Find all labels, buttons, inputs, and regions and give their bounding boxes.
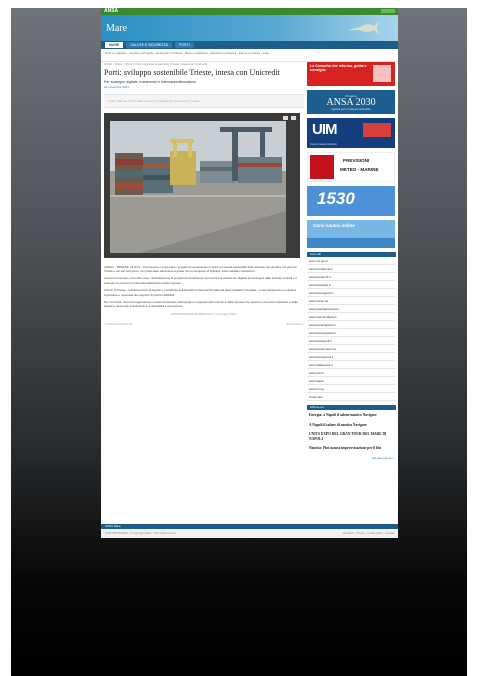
footer-copyright: P.IVA 00876481003 - © Copyright ANSA - T… <box>105 532 176 535</box>
ship-icon <box>363 123 391 137</box>
link-item[interactable]: www.anci.it <box>307 369 396 377</box>
banner-1530-number: 1530 <box>317 189 355 208</box>
menu-item-porti[interactable]: PORTI <box>175 42 194 48</box>
article-paragraph: (ANSA) - TRIESTE, 24 NOV - Promuovere e … <box>104 264 297 273</box>
link-item[interactable]: www.fedepiloti.it <box>307 281 396 289</box>
link-item[interactable]: www.lega.it <box>307 377 396 385</box>
previous-article-link[interactable]: < Articolo precedente <box>104 322 132 326</box>
link-item[interactable]: www.federagenti.it <box>307 289 396 297</box>
link-item[interactable]: www.mit.gov.it <box>307 257 396 265</box>
next-article-link[interactable]: Successivo > <box>286 322 304 326</box>
news-list: Energia: a Napoli il salone nautico Navi… <box>307 413 396 451</box>
banner-meteo-marine[interactable]: PREVISIONI METEO - MARINE <box>307 152 395 182</box>
copyright-caption: RIPRODUZIONE RISERVATA © Copyright ANSA <box>171 312 237 317</box>
article-paragraph: Il Porto di Trieste - sottolinea Zeno D'… <box>104 288 296 297</box>
banner-ansa-2030-title: ANSA 2030 <box>326 97 376 108</box>
link-item[interactable]: www.assarmatori.eu <box>307 345 396 353</box>
banner-corsi-text: Corsi nautici online <box>313 223 355 228</box>
article-title: Porti: sviluppo sostenibile Trieste, int… <box>104 68 280 77</box>
section-title[interactable]: Mare <box>106 23 127 34</box>
banner-consulta[interactable]: La Consulta che informa, guida e consigl… <box>307 62 395 86</box>
share-toolbar[interactable]: Invia | Stampa | Scrivi alla redazione |… <box>104 93 304 108</box>
link-item[interactable]: www.ucina.net <box>307 297 396 305</box>
news-item[interactable]: Nautica: Pini manca improvvisazione per … <box>309 446 394 451</box>
news-item[interactable]: UNITS EXPO DEL GRAN TOUR DEL MARE DI NAP… <box>309 432 394 441</box>
main-menu: MARE SALUTE E SICUREZZA PORTI <box>101 41 398 49</box>
link-item[interactable]: Ciranmare <box>307 393 396 401</box>
footer-links[interactable]: Chi siamo - Privacy - Cookie policy - Co… <box>343 529 394 538</box>
sub-navigation[interactable]: Porti e Logistica - Cantieri e Progetti … <box>101 49 398 62</box>
link-item[interactable]: www.itf.org <box>307 385 396 393</box>
banner-consulta-image <box>373 65 391 82</box>
wave-icon <box>307 238 395 248</box>
top-right-button[interactable] <box>381 9 395 13</box>
news-item[interactable]: A Napoli il salone di nautica Navigare <box>309 423 394 428</box>
banner-meteo-line1: PREVISIONI <box>343 158 370 163</box>
swordfish-icon <box>348 21 379 35</box>
ansa-logo[interactable]: ANSA <box>104 8 118 15</box>
link-item[interactable]: www.federpesca.it <box>307 353 396 361</box>
news-box-title: Ultima ora <box>307 405 396 410</box>
article-column: ANSA > Mare > Porti > Porti: sviluppo so… <box>104 62 304 326</box>
article-paragraph: L'accordo prevede, tra le altre cose, l'… <box>104 276 297 285</box>
footer-info: P.IVA 00876481003 - © Copyright ANSA - T… <box>101 529 398 538</box>
news-item[interactable]: Energia: a Napoli il salone nautico Navi… <box>309 413 394 418</box>
section-header: Mare <box>101 15 398 41</box>
article-photo[interactable] <box>104 112 300 258</box>
meteo-logo-icon <box>310 155 334 179</box>
banner-uim-sub: Unione Italiana Marittimi <box>310 143 337 146</box>
sidebar: La Consulta che informa, guida e consigl… <box>307 62 396 463</box>
link-item[interactable]: www.marina.difesa.it <box>307 313 396 321</box>
photo-zoom-icon[interactable] <box>283 115 288 120</box>
menu-item-mare[interactable]: MARE <box>105 42 124 48</box>
menu-item-salute-sicurezza[interactable]: SALUTE E SICUREZZA <box>126 42 173 48</box>
banner-uim-logo: UIM <box>312 121 337 138</box>
banner-meteo-line2: METEO - MARINE <box>340 167 379 172</box>
banner-ansa-2030[interactable]: Progetto ANSA 2030 Agenda per lo svilupp… <box>307 90 395 114</box>
banner-1530[interactable]: 1530 <box>307 186 395 216</box>
breadcrumb[interactable]: ANSA > Mare > Porti > Porti: sviluppo so… <box>104 62 304 67</box>
article-paragraph: Per UniCredit, l'accordo rappresenta un … <box>104 300 298 309</box>
more-news-link[interactable]: Vai alla rubrica > <box>309 456 394 460</box>
top-bar: ANSA <box>101 8 398 15</box>
link-item[interactable]: www.confitarma.it <box>307 265 396 273</box>
article-body: (ANSA) - TRIESTE, 24 NOV - Promuovere e … <box>104 265 304 309</box>
web-page: ANSA Mare MARE SALUTE E SICUREZZA PORTI … <box>101 8 398 538</box>
banner-corsi-nautici[interactable]: Corsi nautici online <box>307 220 395 248</box>
link-item[interactable]: www.assoporti.it <box>307 273 396 281</box>
links-list: www.mit.gov.it www.confitarma.it www.ass… <box>307 257 396 401</box>
link-item[interactable]: www.guardiacostiera.it <box>307 305 396 313</box>
link-item[interactable]: www.italiapesca.it <box>307 361 396 369</box>
container-terminal-image <box>110 120 286 253</box>
banner-ansa-2030-sub: Agenda per lo sviluppo sostenibile <box>331 108 371 111</box>
article-date: 24 novembre 2021 <box>104 84 130 89</box>
link-item[interactable]: www.fedespedi.it <box>307 337 396 345</box>
banner-consulta-text: La Consulta che informa, guida e consigl… <box>310 64 367 73</box>
article-pagination: < Articolo precedente Successivo > <box>104 322 304 326</box>
banner-uim[interactable]: UIM Unione Italiana Marittimi <box>307 118 395 148</box>
photo-close-icon[interactable] <box>291 115 296 120</box>
link-item[interactable]: www.assologistica.it <box>307 321 396 329</box>
link-item[interactable]: www.federlogistica.it <box>307 329 396 337</box>
